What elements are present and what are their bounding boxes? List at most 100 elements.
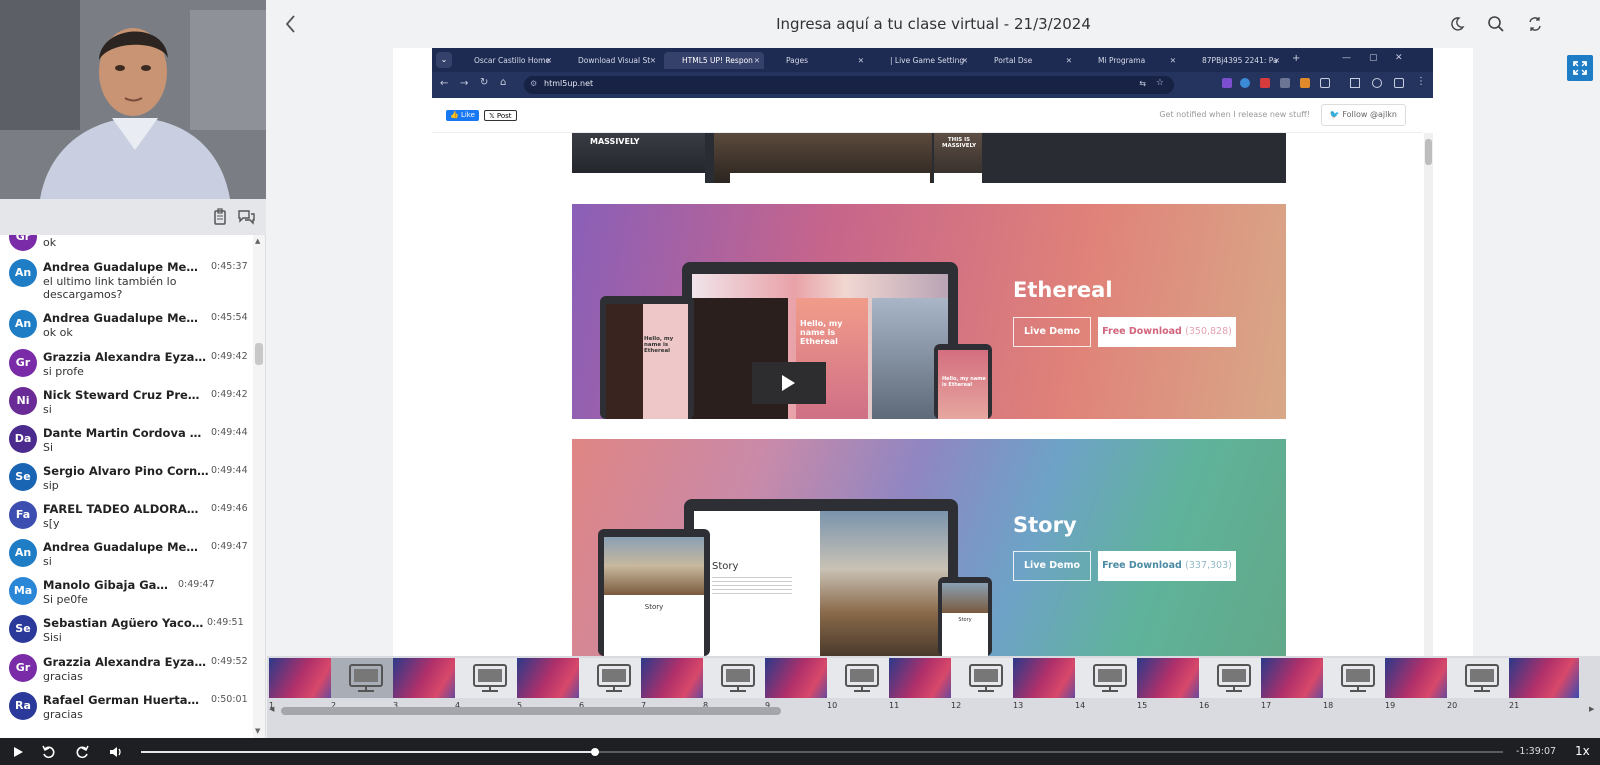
puzzle-icon[interactable] <box>1320 78 1330 88</box>
maximize-icon[interactable]: ▢ <box>1369 53 1378 63</box>
clipboard-icon[interactable] <box>210 207 230 227</box>
browser-tab[interactable]: Portal Dse ✕ <box>976 52 1076 69</box>
close-icon[interactable]: ✕ <box>546 52 552 69</box>
live-demo-button[interactable]: Live Demo <box>1013 317 1091 347</box>
filmstrip-scroll-thumb[interactable] <box>281 707 781 715</box>
scroll-up-icon[interactable]: ▲ <box>255 237 260 245</box>
progress-track[interactable] <box>141 748 1503 756</box>
slide-thumbnail[interactable] <box>1013 658 1083 698</box>
forward-icon[interactable] <box>74 744 90 760</box>
close-icon[interactable]: ✕ <box>962 52 968 69</box>
search-icon[interactable] <box>1487 15 1505 33</box>
extension-icon[interactable] <box>1300 78 1310 88</box>
x-post-button[interactable]: 𝕏 Post <box>484 110 517 121</box>
extension-icon[interactable] <box>1260 78 1270 88</box>
chat-scrollbar[interactable]: ▲ ▼ <box>253 235 265 738</box>
slide-thumbnail[interactable] <box>579 658 649 698</box>
tab-search-icon[interactable]: ⌄ <box>436 52 452 68</box>
slide-thumbnail[interactable] <box>1323 658 1393 698</box>
slide-thumbnail[interactable] <box>827 658 897 698</box>
chat-bubbles-icon[interactable] <box>236 207 256 227</box>
forward-arrow-icon[interactable]: → <box>460 78 468 89</box>
chat-scroll-thumb[interactable] <box>255 343 263 365</box>
close-icon[interactable]: ✕ <box>754 52 760 69</box>
slide-thumbnail[interactable] <box>1075 658 1145 698</box>
browser-tab[interactable]: | Live Game Setting ✕ <box>872 52 972 69</box>
close-icon[interactable]: ✕ <box>1170 52 1176 69</box>
browser-tab-active[interactable]: HTML5 UP! Respon ✕ <box>664 52 764 69</box>
chat-message-text: si <box>43 555 52 568</box>
close-icon[interactable]: ✕ <box>858 52 864 69</box>
play-icon[interactable] <box>10 744 26 760</box>
facebook-like-button[interactable]: 👍 Like <box>446 110 479 121</box>
chat-timestamp: 0:49:44 <box>211 465 248 476</box>
close-icon[interactable]: ✕ <box>1066 52 1072 69</box>
slide-thumbnail[interactable] <box>703 658 773 698</box>
monitor-icon <box>473 664 507 692</box>
extension-icon[interactable] <box>1222 78 1232 88</box>
scroll-down-icon[interactable]: ▼ <box>255 727 260 735</box>
slide-thumbnail[interactable] <box>1509 658 1579 698</box>
slide-thumbnail[interactable] <box>951 658 1021 698</box>
close-icon[interactable]: ✕ <box>1274 52 1280 69</box>
minimize-icon[interactable]: — <box>1342 53 1351 63</box>
swap-icon[interactable] <box>1527 16 1543 32</box>
free-download-button[interactable]: Free Download (350,828) <box>1098 317 1236 347</box>
live-demo-button[interactable]: Live Demo <box>1013 551 1091 581</box>
back-arrow-icon[interactable]: ← <box>440 78 448 89</box>
slide-thumbnail[interactable] <box>331 658 401 698</box>
new-tab-icon[interactable]: + <box>1292 53 1300 64</box>
slide-thumbnail[interactable] <box>1447 658 1517 698</box>
url-field[interactable]: ⚙ html5up.net ⇆ ☆ <box>524 76 1174 94</box>
kebab-menu-icon[interactable]: ⋮ <box>1416 76 1426 87</box>
playback-speed[interactable]: 1x <box>1575 744 1590 758</box>
bookmark-star-icon[interactable]: ☆ <box>1156 78 1164 88</box>
slide-thumbnail[interactable] <box>1199 658 1269 698</box>
slide-thumbnail[interactable] <box>455 658 525 698</box>
fullscreen-button[interactable] <box>1567 55 1593 81</box>
home-icon[interactable]: ⌂ <box>500 77 506 88</box>
chat-message-partial: Gr ok <box>0 235 252 253</box>
chat-message-list[interactable]: Gr ok An Andrea Guadalupe Mena... 0:45:3… <box>0 235 252 738</box>
progress-knob[interactable] <box>590 748 599 756</box>
site-info-icon[interactable]: ⚙ <box>530 79 537 88</box>
download-icon[interactable] <box>1394 78 1404 88</box>
volume-icon[interactable] <box>108 744 124 760</box>
extension-icon[interactable] <box>1240 78 1250 88</box>
moon-icon[interactable] <box>1449 16 1465 32</box>
close-icon[interactable]: ✕ <box>650 52 656 69</box>
chat-message-text: ok ok <box>43 326 73 339</box>
slide-thumbnail[interactable] <box>1137 658 1207 698</box>
fullscreen-icon <box>1573 61 1587 75</box>
window-close-icon[interactable]: ✕ <box>1395 53 1403 63</box>
slide-thumbnail[interactable] <box>1385 658 1455 698</box>
chat-timestamp: 0:50:01 <box>211 694 248 705</box>
slide-thumbnail[interactable] <box>765 658 835 698</box>
browser-tab[interactable]: Oscar Castillo Home ✕ <box>456 52 556 69</box>
scroll-right-icon[interactable]: ▶ <box>1589 705 1594 713</box>
translate-icon[interactable]: ⇆ <box>1139 79 1146 88</box>
avatar: Gr <box>9 654 37 682</box>
rewind-icon[interactable] <box>41 744 57 760</box>
scroll-left-icon[interactable]: ◀ <box>269 705 274 713</box>
sidebar-icon[interactable] <box>1350 78 1360 88</box>
follow-button[interactable]: 🐦 Follow @ajlkn <box>1320 104 1406 126</box>
filmstrip-scrollbar[interactable]: ◀ ▶ <box>267 703 1600 717</box>
browser-tab[interactable]: Download Visual St ✕ <box>560 52 660 69</box>
page-scroll-thumb[interactable] <box>1425 139 1432 165</box>
slide-thumbnail[interactable] <box>641 658 711 698</box>
microphone-icon[interactable] <box>1280 78 1290 88</box>
slide-thumbnail[interactable] <box>517 658 587 698</box>
browser-tab[interactable]: Mi Programa ✕ <box>1080 52 1180 69</box>
browser-tab[interactable]: 87PBj4395 2241: Pa ✕ <box>1184 52 1284 69</box>
slide-thumbnail[interactable] <box>889 658 959 698</box>
slide-thumbnail[interactable] <box>269 658 339 698</box>
free-download-button[interactable]: Free Download (337,303) <box>1098 551 1236 581</box>
reload-icon[interactable]: ↻ <box>480 77 488 88</box>
tab-label: 87PBj4395 2241: Pa <box>1202 56 1278 65</box>
slide-thumbnail[interactable] <box>1261 658 1331 698</box>
browser-tab[interactable]: Pages ✕ <box>768 52 868 69</box>
profile-icon[interactable] <box>1372 78 1382 88</box>
page-scrollbar[interactable] <box>1424 133 1433 656</box>
slide-thumbnail[interactable] <box>393 658 463 698</box>
